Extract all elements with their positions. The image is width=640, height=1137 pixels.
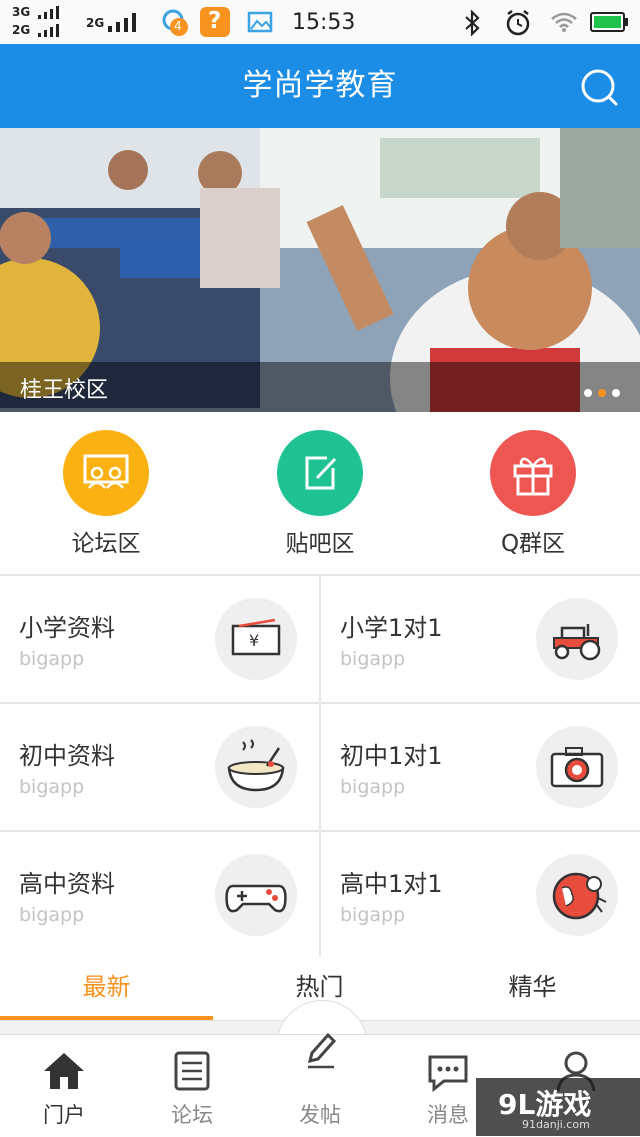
- grid-item-title: 小学资料: [19, 614, 115, 642]
- grid-item-title: 高中1对1: [340, 870, 443, 898]
- carousel-dot[interactable]: [584, 389, 592, 397]
- notification-app-icon: 4: [160, 7, 190, 37]
- globe-icon: [536, 854, 618, 936]
- nav-item-portal[interactable]: 门户: [0, 1035, 128, 1137]
- gallery-icon: [247, 11, 273, 33]
- pen-icon: [307, 1032, 337, 1069]
- home-icon: [44, 1053, 84, 1089]
- notification-count: 4: [174, 19, 182, 33]
- banner-carousel[interactable]: 桂王校区: [0, 128, 640, 412]
- tab-featured[interactable]: 精华: [426, 956, 639, 1020]
- network-type-label: 2G: [86, 16, 105, 30]
- battery-icon: [590, 12, 628, 32]
- banner-caption-bar: 桂王校区: [0, 362, 640, 412]
- nav-item-post[interactable]: 发帖: [256, 1032, 384, 1137]
- quick-link-tieba[interactable]: 贴吧区: [250, 430, 390, 558]
- network-type-label: 3G: [12, 5, 31, 19]
- quick-link-label: 论坛区: [71, 531, 141, 557]
- quick-link-forum[interactable]: 论坛区: [36, 430, 176, 558]
- status-bar: 3G 2G 2G 4 ? 15:53: [0, 0, 640, 44]
- grid-item-title: 高中资料: [19, 870, 115, 898]
- presentation-icon: [63, 430, 149, 516]
- carousel-dot-active[interactable]: [598, 389, 606, 397]
- ticket-yen-icon: ¥: [215, 598, 297, 680]
- chat-icon: [428, 1055, 468, 1093]
- grid-item-subtitle: bigapp: [340, 648, 406, 670]
- tractor-icon: [536, 598, 618, 680]
- signal-icon: [38, 6, 59, 37]
- scroll-icon: [174, 1051, 210, 1091]
- page-title: 学尚学教育: [242, 68, 398, 103]
- category-grid: 小学资料 bigapp ¥ 小学1对1 bigapp 初中资料 bigapp 初…: [0, 574, 640, 958]
- nav-label: 门户: [43, 1103, 85, 1127]
- grid-item-subtitle: bigapp: [19, 776, 85, 798]
- grid-item-title: 初中资料: [19, 742, 115, 770]
- search-icon[interactable]: [576, 64, 622, 110]
- quick-link-label: 贴吧区: [285, 531, 355, 557]
- quick-link-qgroup[interactable]: Q群区: [463, 430, 603, 558]
- tab-latest[interactable]: 最新: [0, 956, 213, 1020]
- grid-item-primary-tutoring[interactable]: 小学1对1 bigapp: [321, 576, 640, 702]
- svg-text:¥: ¥: [249, 631, 259, 650]
- grid-item-subtitle: bigapp: [340, 904, 406, 926]
- network-type-label: 2G: [12, 23, 31, 37]
- grid-item-middle-materials[interactable]: 初中资料 bigapp: [0, 704, 319, 830]
- camera-icon: [536, 726, 618, 808]
- signal-icon: [108, 13, 136, 32]
- grid-item-subtitle: bigapp: [19, 904, 85, 926]
- bowl-icon: [215, 726, 297, 808]
- carousel-indicator: [578, 382, 620, 401]
- edit-icon: [277, 430, 363, 516]
- grid-item-title: 初中1对1: [340, 742, 443, 770]
- watermark-url: 91danji.com: [522, 1118, 590, 1131]
- grid-item-subtitle: bigapp: [340, 776, 406, 798]
- nav-item-forum[interactable]: 论坛: [128, 1035, 256, 1137]
- carousel-dot[interactable]: [612, 389, 620, 397]
- site-watermark: 9L游戏 91danji.com: [476, 1078, 640, 1136]
- grid-item-middle-tutoring[interactable]: 初中1对1 bigapp: [321, 704, 640, 830]
- banner-caption: 桂王校区: [20, 378, 109, 403]
- grid-item-title: 小学1对1: [340, 614, 443, 642]
- gamepad-icon: [215, 854, 297, 936]
- grid-item-primary-materials[interactable]: 小学资料 bigapp ¥: [0, 576, 319, 702]
- quick-links: 论坛区 贴吧区 Q群区: [0, 412, 640, 574]
- nav-label: 论坛: [171, 1103, 213, 1127]
- gift-icon: [490, 430, 576, 516]
- alarm-icon: [506, 10, 530, 36]
- nav-label: 发帖: [299, 1103, 341, 1127]
- help-app-icon: ?: [200, 7, 230, 37]
- grid-item-subtitle: bigapp: [19, 648, 85, 670]
- clock: 15:53: [292, 10, 356, 35]
- watermark-logo-text: 9L游戏: [498, 1088, 592, 1121]
- wifi-icon: [551, 12, 577, 32]
- app-header: 学尚学教育: [0, 44, 640, 128]
- bluetooth-icon: [465, 10, 480, 36]
- quick-link-label: Q群区: [500, 531, 566, 557]
- grid-item-high-tutoring[interactable]: 高中1对1 bigapp: [321, 832, 640, 958]
- grid-item-high-materials[interactable]: 高中资料 bigapp: [0, 832, 319, 958]
